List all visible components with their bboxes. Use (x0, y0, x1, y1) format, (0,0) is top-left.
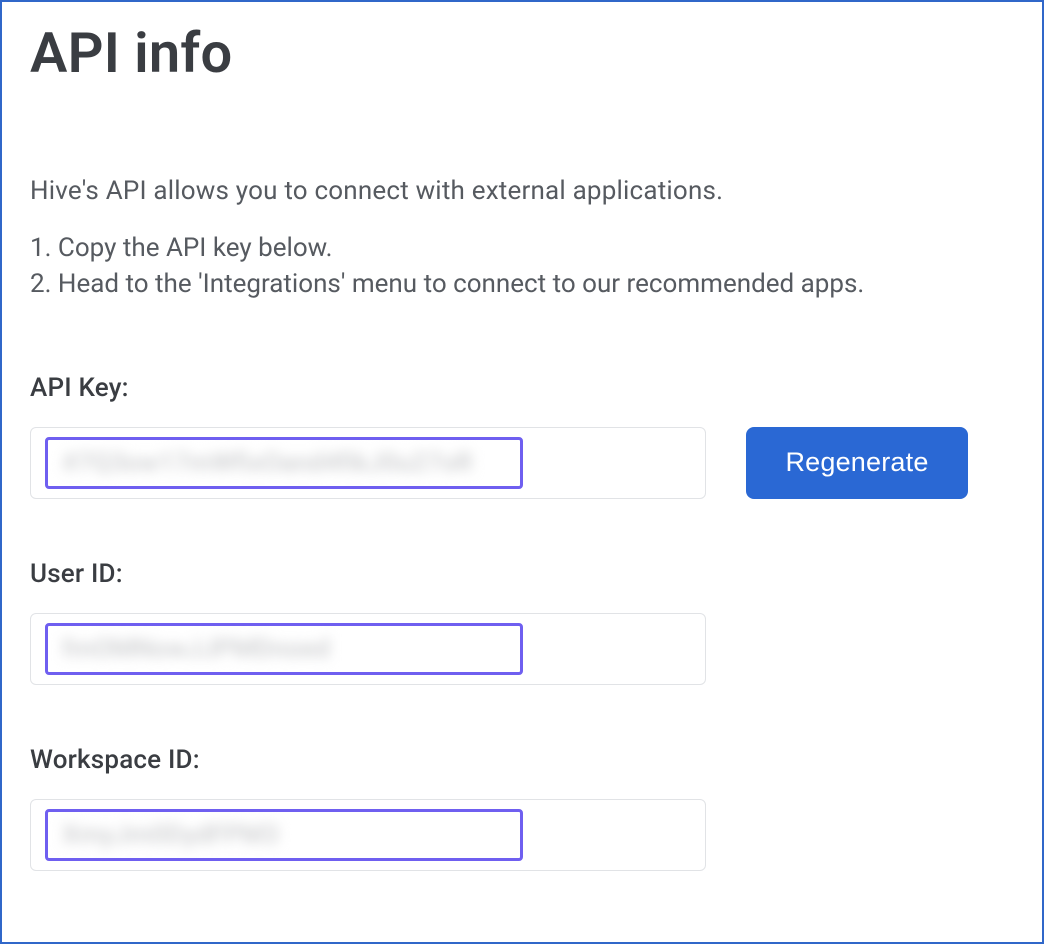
api-key-field-outer[interactable]: #7Q3ow17mWfixOand4fikJ0u27oR (30, 427, 706, 499)
workspace-id-field-inner[interactable]: XmyJm0DydFPM3 (45, 809, 523, 861)
api-key-value: #7Q3ow17mWfixOand4fikJ0u27oR (62, 448, 473, 478)
api-key-label: API Key: (30, 373, 1014, 403)
step-2: 2. Head to the 'Integrations' menu to co… (30, 266, 1014, 302)
user-id-label: User ID: (30, 559, 1014, 589)
regenerate-button[interactable]: Regenerate (746, 427, 968, 499)
workspace-id-field-outer[interactable]: XmyJm0DydFPM3 (30, 799, 706, 871)
user-id-field-inner[interactable]: fmOMNowJJPMDnoed (45, 623, 523, 675)
api-key-block: API Key: #7Q3ow17mWfixOand4fikJ0u27oR Re… (30, 373, 1014, 499)
user-id-block: User ID: fmOMNowJJPMDnoed (30, 559, 1014, 685)
page-title: API info (30, 20, 1014, 86)
steps-text: 1. Copy the API key below. 2. Head to th… (30, 230, 1014, 303)
workspace-id-label: Workspace ID: (30, 745, 1014, 775)
workspace-id-block: Workspace ID: XmyJm0DydFPM3 (30, 745, 1014, 871)
workspace-id-value: XmyJm0DydFPM3 (62, 820, 279, 850)
intro-text: Hive's API allows you to connect with ex… (30, 176, 1014, 206)
step-1: 1. Copy the API key below. (30, 230, 1014, 266)
api-info-panel: API info Hive's API allows you to connec… (0, 0, 1044, 944)
user-id-value: fmOMNowJJPMDnoed (62, 634, 330, 664)
api-key-field-inner[interactable]: #7Q3ow17mWfixOand4fikJ0u27oR (45, 437, 523, 489)
user-id-field-outer[interactable]: fmOMNowJJPMDnoed (30, 613, 706, 685)
